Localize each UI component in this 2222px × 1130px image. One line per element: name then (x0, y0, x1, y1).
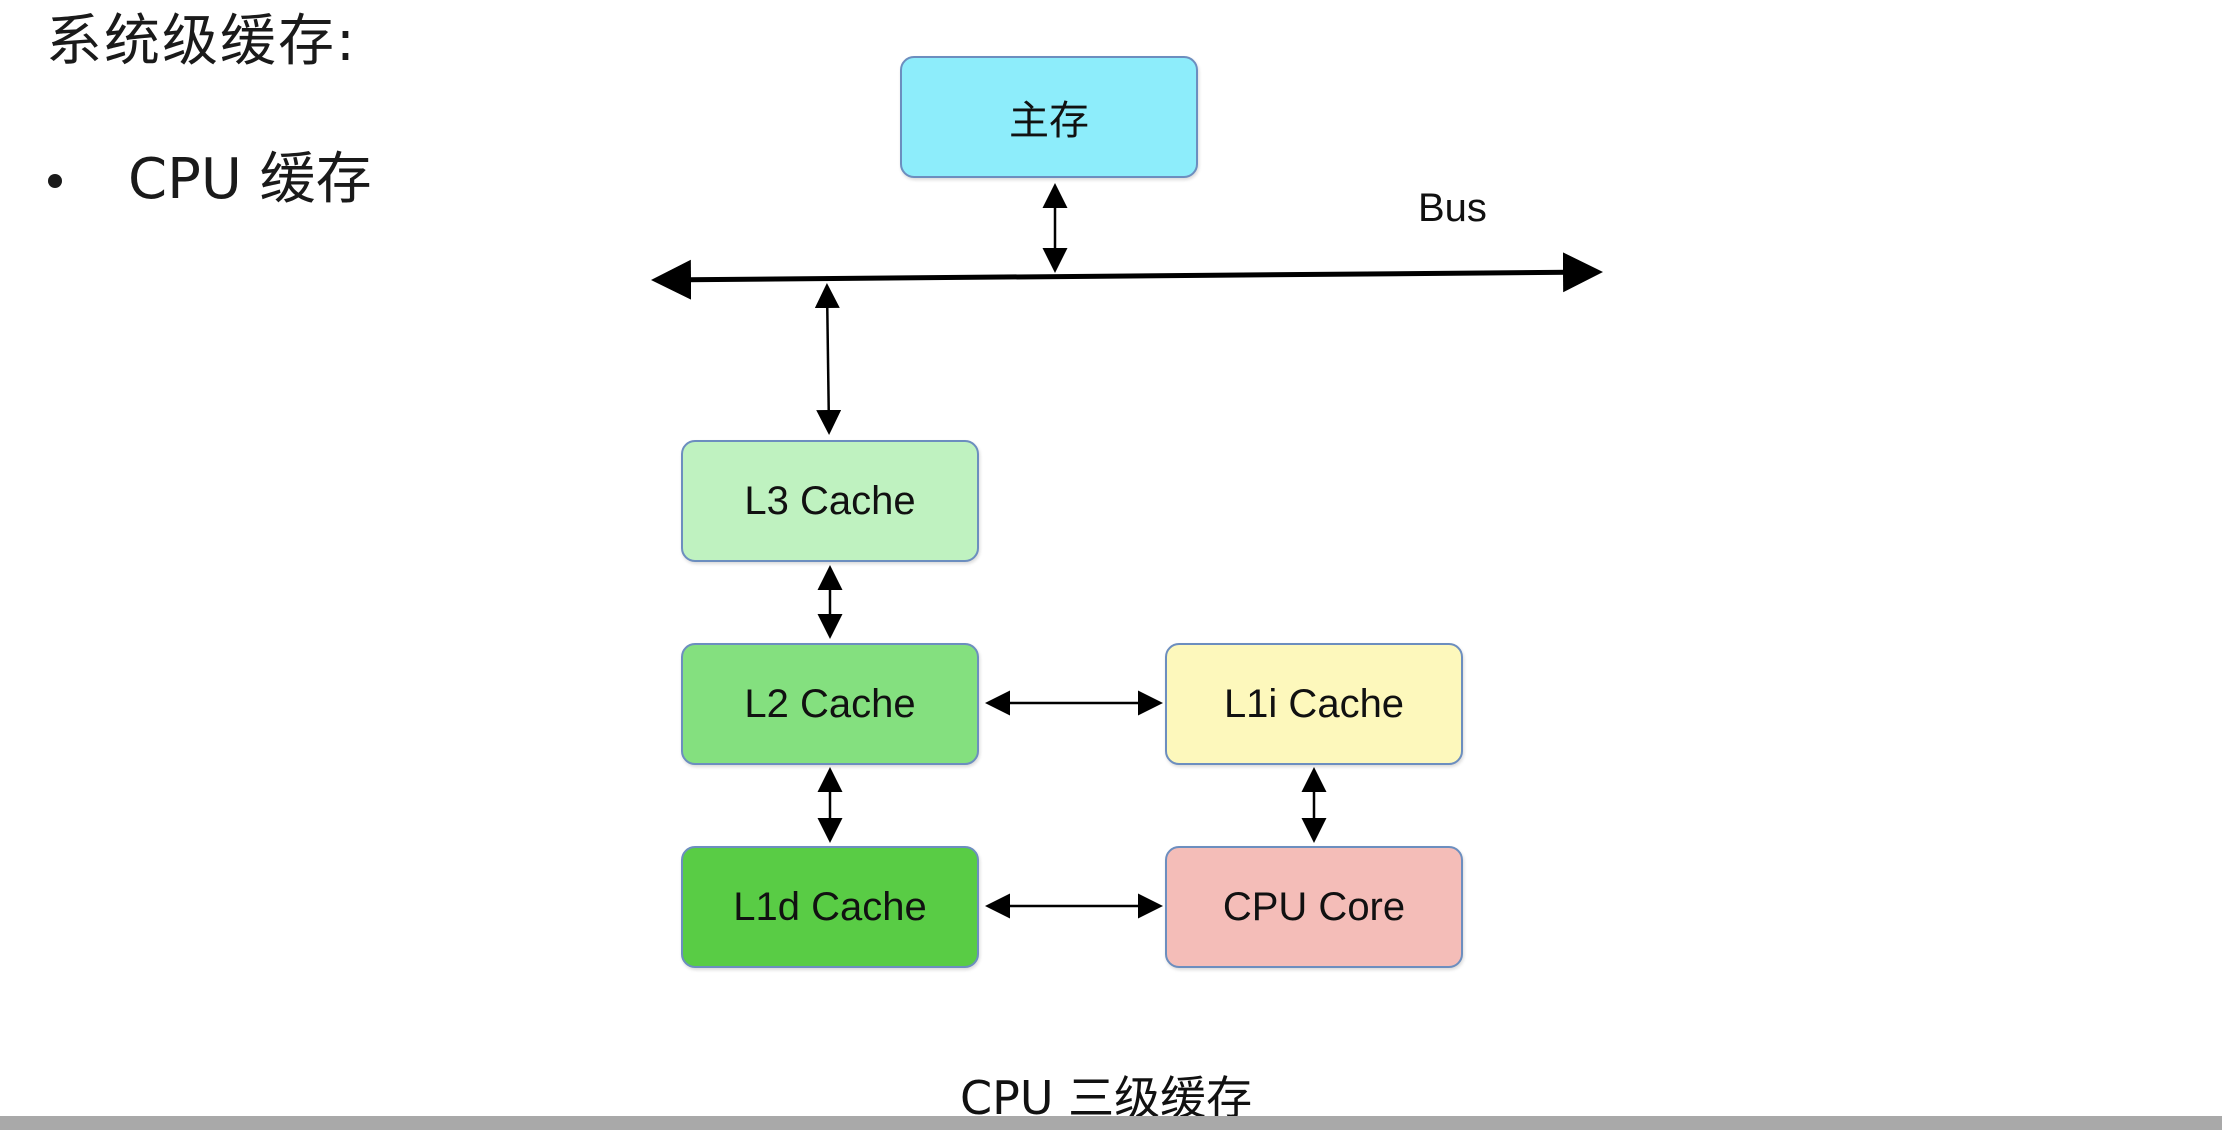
main-memory-node: 主存 (900, 56, 1198, 178)
bottom-progress-bar (0, 1116, 2222, 1130)
cpu-core-node: CPU Core (1165, 846, 1463, 968)
l1i-cache-node: L1i Cache (1165, 643, 1463, 765)
slide: 系统级缓存: CPU 缓存 主存 Bus L3 Cache L2 Cache L… (0, 0, 2222, 1130)
arrow-bus-l3 (814, 283, 842, 435)
l3-cache-node: L3 Cache (681, 440, 979, 562)
l1d-cache-node: L1d Cache (681, 846, 979, 968)
bus-line (651, 252, 1603, 300)
l2-cache-node: L2 Cache (681, 643, 979, 765)
bus-label: Bus (1418, 186, 1487, 230)
